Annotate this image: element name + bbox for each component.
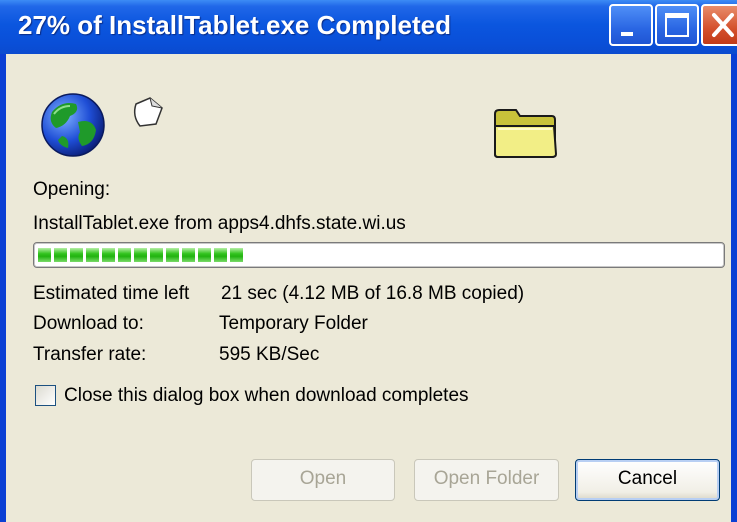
download-to-value: Temporary Folder <box>219 313 368 334</box>
progress-chunk <box>150 248 163 262</box>
progress-chunk <box>86 248 99 262</box>
title-bar[interactable]: 27% of InstallTablet.exe Completed <box>0 0 737 54</box>
progress-chunk <box>230 248 243 262</box>
close-icon <box>712 13 734 37</box>
minimize-icon <box>621 32 633 36</box>
window-title: 27% of InstallTablet.exe Completed <box>18 10 451 40</box>
progress-chunk <box>38 248 51 262</box>
flying-document-icon <box>133 97 163 127</box>
folder-icon <box>494 109 558 158</box>
progress-chunk <box>54 248 67 262</box>
progress-bar <box>33 242 725 268</box>
maximize-icon <box>665 13 689 37</box>
file-source-text: InstallTablet.exe from apps4.dhfs.state.… <box>33 213 406 234</box>
open-folder-button[interactable]: Open Folder <box>414 459 559 501</box>
progress-fill <box>38 248 243 262</box>
close-button[interactable] <box>701 4 737 46</box>
minimize-button[interactable] <box>609 4 653 46</box>
close-when-done-checkbox[interactable] <box>35 385 56 406</box>
time-left-label: Estimated time left <box>33 283 190 304</box>
progress-chunk <box>102 248 115 262</box>
open-button[interactable]: Open <box>251 459 395 501</box>
maximize-button[interactable] <box>655 4 699 46</box>
close-when-done-label[interactable]: Close this dialog box when download comp… <box>64 385 469 407</box>
time-left-value: 21 sec (4.12 MB of 16.8 MB copied) <box>221 283 525 304</box>
download-to-label: Download to: <box>33 313 144 334</box>
globe-icon <box>41 93 105 157</box>
progress-chunk <box>118 248 131 262</box>
opening-label: Opening: <box>33 179 111 200</box>
transfer-rate-value: 595 KB/Sec <box>219 344 320 365</box>
progress-chunk <box>134 248 147 262</box>
progress-chunk <box>166 248 179 262</box>
transfer-rate-label: Transfer rate: <box>33 344 147 365</box>
progress-chunk <box>214 248 227 262</box>
progress-chunk <box>70 248 83 262</box>
cancel-button[interactable]: Cancel <box>575 459 720 501</box>
progress-chunk <box>198 248 211 262</box>
progress-chunk <box>182 248 195 262</box>
